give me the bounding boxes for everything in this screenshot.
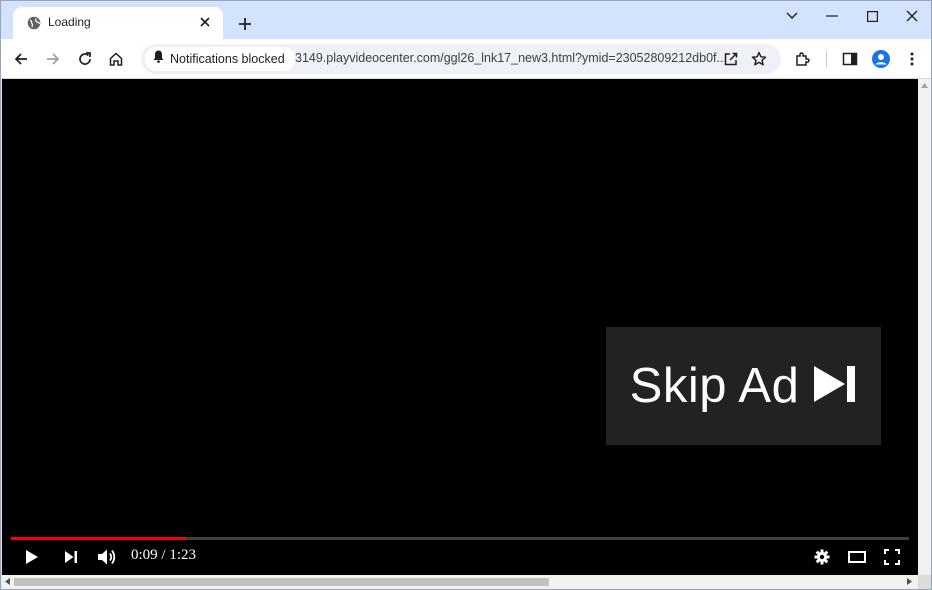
scrollbar-corner: [918, 575, 931, 589]
close-icon[interactable]: [197, 14, 213, 30]
permission-chip-label: Notifications blocked: [170, 52, 285, 66]
plus-icon[interactable]: [233, 12, 257, 36]
browser-window: Loading Notifications blocked 3149.playv…: [0, 0, 932, 590]
minimize-icon[interactable]: [817, 5, 847, 27]
toolbar-divider: [826, 51, 827, 67]
bell-icon: [153, 50, 164, 68]
toolbar: Notifications blocked 3149.playvideocent…: [1, 39, 931, 79]
notifications-chip[interactable]: Notifications blocked: [145, 47, 295, 71]
menu-icon[interactable]: [900, 47, 924, 71]
url-text[interactable]: 3149.playvideocenter.com/ggl26_lnk17_new…: [295, 51, 727, 65]
next-icon[interactable]: [59, 545, 83, 569]
profile-icon[interactable]: [869, 47, 893, 71]
star-icon[interactable]: [747, 47, 771, 71]
skip-ad-button[interactable]: Skip Ad: [606, 327, 881, 445]
progress-played: [11, 537, 187, 540]
reload-icon[interactable]: [73, 47, 97, 71]
progress-bar[interactable]: [11, 537, 909, 540]
scroll-up-icon[interactable]: [921, 83, 928, 88]
forward-icon[interactable]: [41, 47, 65, 71]
skip-ad-label: Skip Ad: [629, 359, 800, 413]
settings-icon[interactable]: [810, 545, 834, 569]
extensions-icon[interactable]: [791, 47, 815, 71]
volume-icon[interactable]: [94, 545, 120, 569]
scroll-left-icon[interactable]: [5, 578, 10, 585]
chevron-down-icon[interactable]: [777, 5, 807, 27]
fullscreen-icon[interactable]: [880, 545, 904, 569]
address-bar[interactable]: Notifications blocked 3149.playvideocent…: [141, 44, 781, 74]
vertical-scrollbar[interactable]: [918, 79, 931, 575]
home-icon[interactable]: [104, 47, 128, 71]
share-icon[interactable]: [719, 47, 743, 71]
sidepanel-icon[interactable]: [838, 47, 862, 71]
theater-icon[interactable]: [844, 545, 870, 569]
tab-strip: Loading: [1, 1, 931, 39]
scroll-right-icon[interactable]: [907, 578, 912, 585]
video-player[interactable]: Skip Ad 0:09 / 1:23: [2, 79, 918, 575]
time-display: 0:09 / 1:23: [131, 547, 197, 563]
tab-title: Loading: [48, 15, 91, 29]
maximize-icon[interactable]: [857, 5, 887, 27]
globe-icon: [27, 16, 41, 30]
window-close-icon[interactable]: [897, 5, 927, 27]
back-icon[interactable]: [9, 47, 33, 71]
play-icon[interactable]: [20, 545, 44, 569]
skip-next-icon: [813, 365, 857, 408]
tab-loading[interactable]: Loading: [13, 7, 223, 39]
horizontal-scroll-thumb[interactable]: [14, 578, 549, 586]
horizontal-scrollbar[interactable]: [2, 575, 918, 589]
